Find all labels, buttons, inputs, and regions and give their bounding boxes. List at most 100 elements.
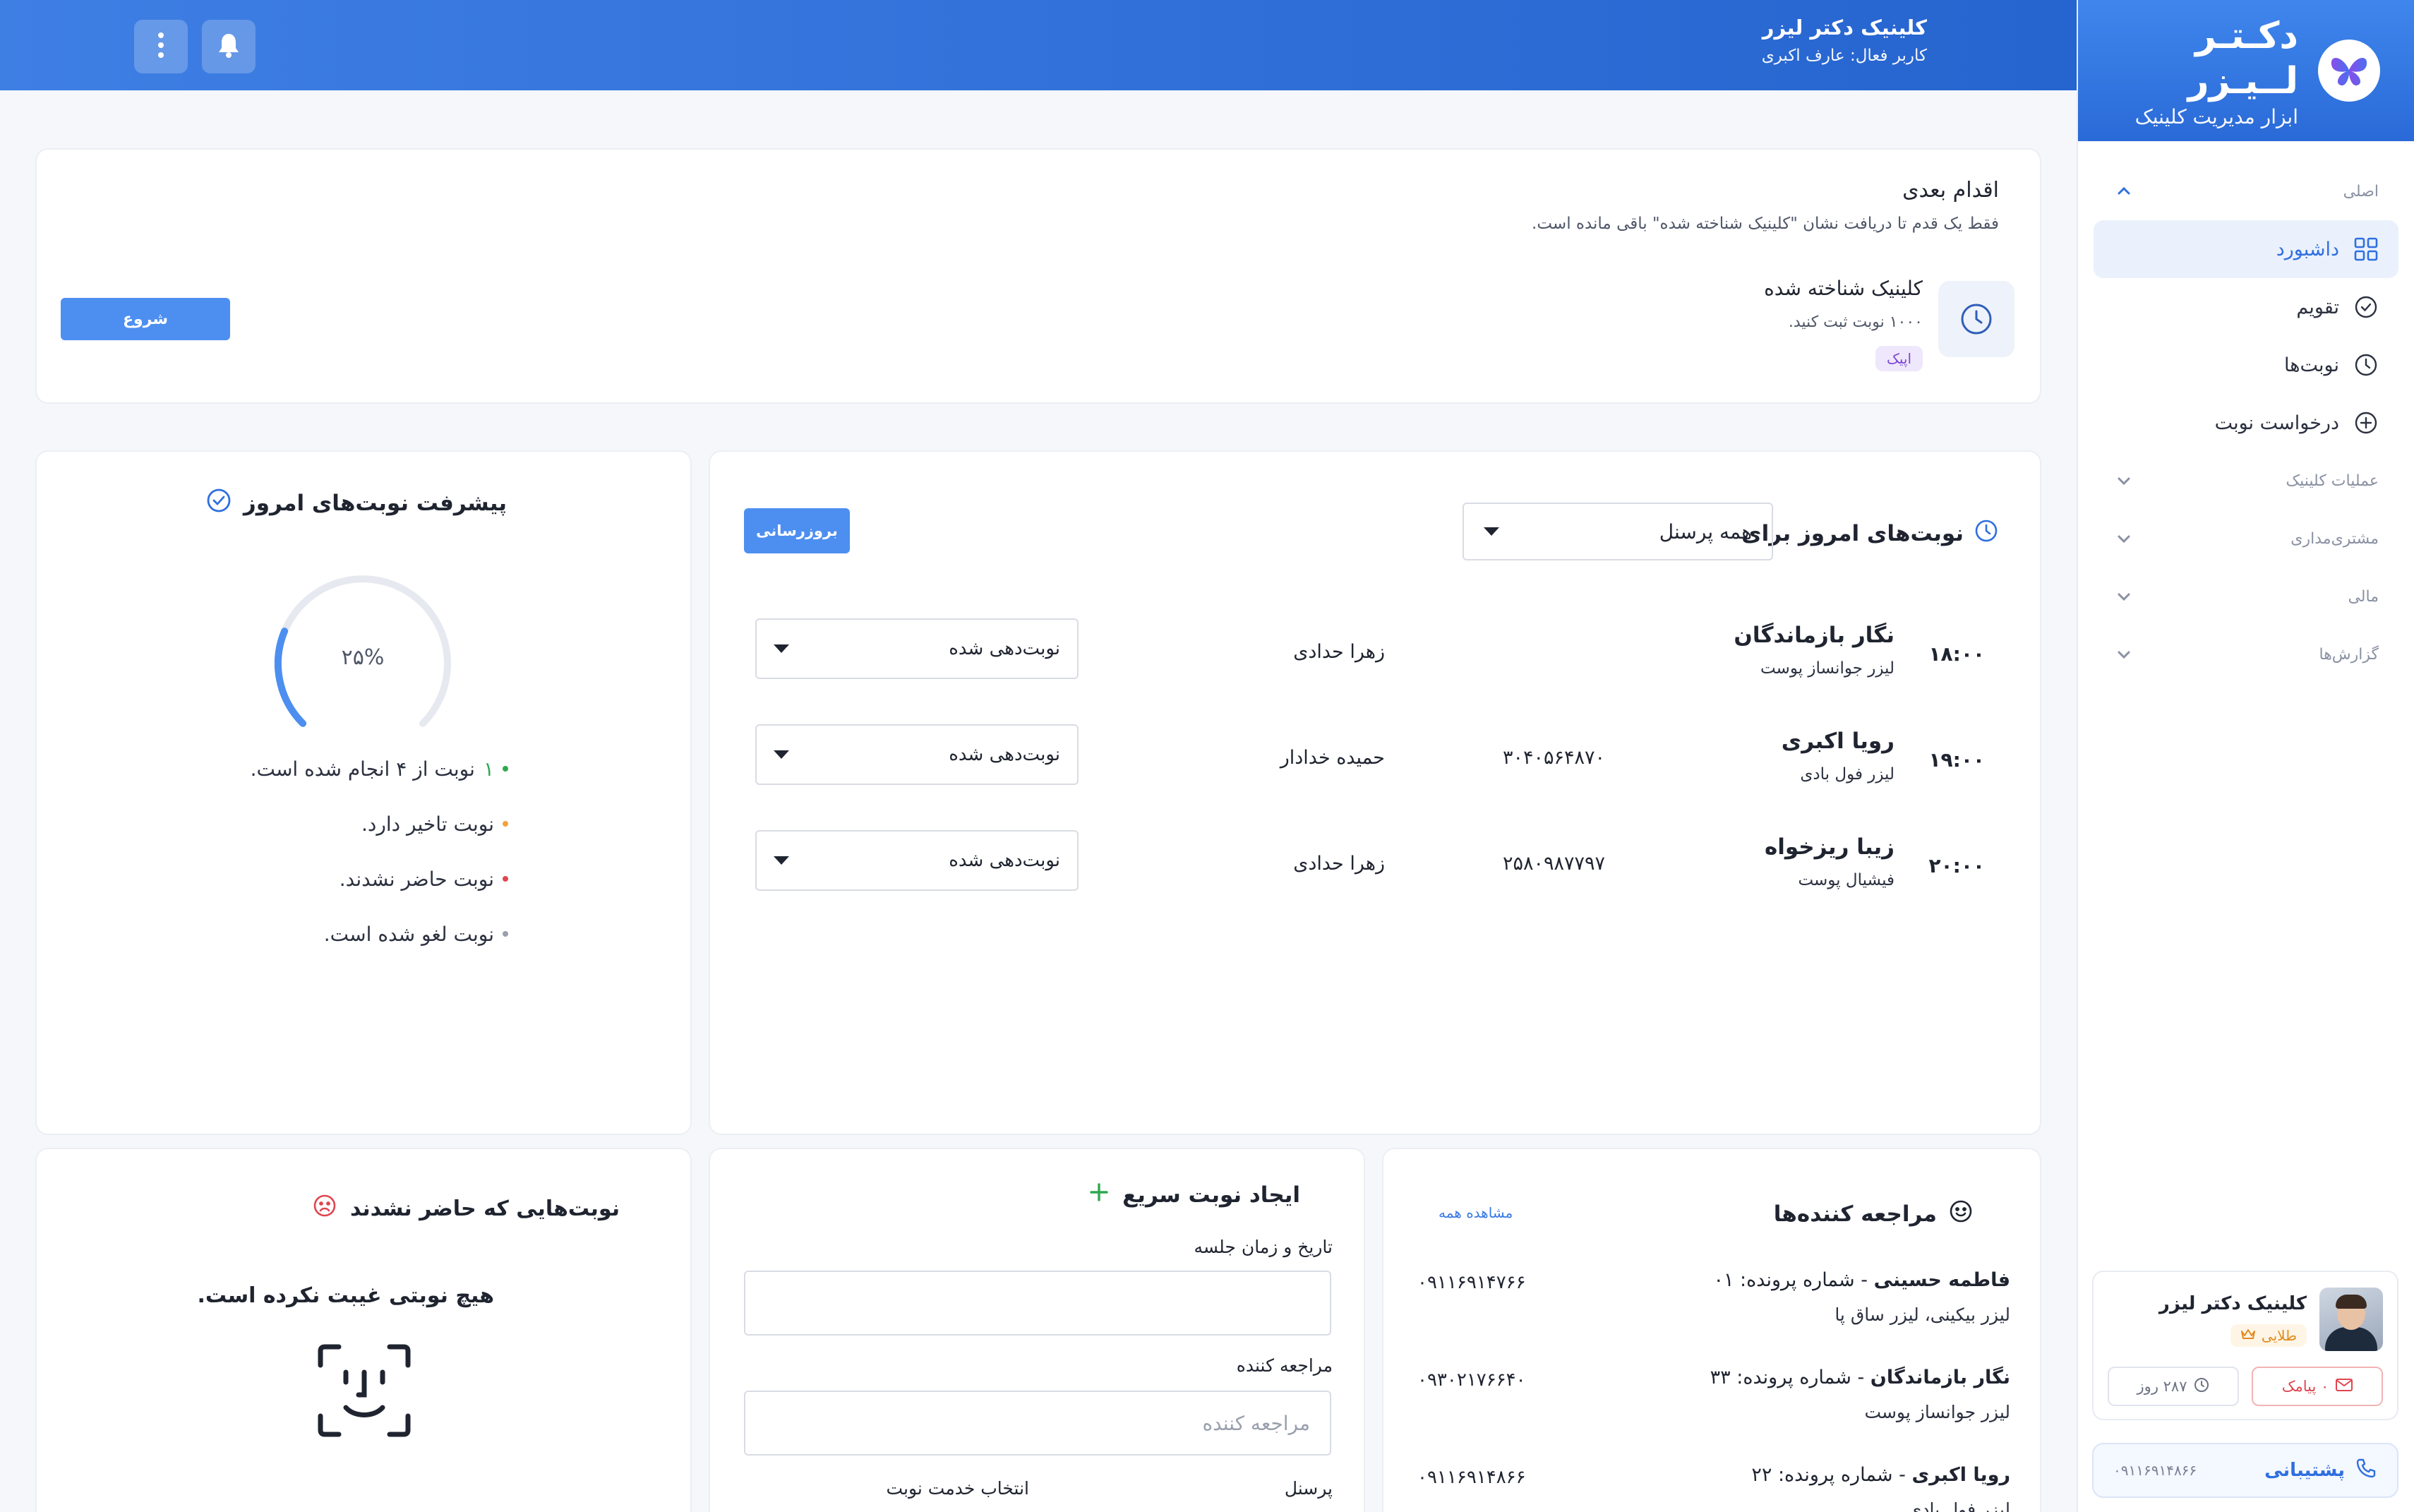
- nav-section-reports[interactable]: گزارش‌ها: [2094, 625, 2398, 683]
- avatar[interactable]: [2319, 1288, 2383, 1351]
- sidebar-item-calendar[interactable]: تقویم: [2094, 278, 2398, 336]
- no-show-message: هیچ نوبتی غیبت نکرده است.: [197, 1283, 494, 1308]
- appointment-status-value: نوبت‌دهی شده: [949, 638, 1060, 659]
- sms-balance-button[interactable]: ۰ پیامک: [2252, 1367, 2383, 1406]
- appointment-row[interactable]: ۱۹:۰۰ رویا اکبری لیزر فول بادی ۳۰۴۰۵۶۴۸۷…: [707, 717, 2040, 823]
- notifications-button[interactable]: [202, 20, 256, 73]
- sidebar-item-dashboard[interactable]: داشبورد: [2094, 220, 2398, 278]
- bell-icon: [216, 31, 241, 62]
- sidebar-item-request[interactable]: درخواست نوبت: [2094, 394, 2398, 452]
- clock-icon: [1974, 518, 1999, 549]
- appointment-status-select[interactable]: نوبت‌دهی شده: [755, 618, 1079, 679]
- status-dot: [503, 931, 508, 937]
- progress-title: پیشرفت نوبت‌های امروز: [243, 491, 507, 516]
- appointment-client[interactable]: نگار بازماندگان: [1734, 623, 1894, 648]
- nav-section-label: مشتری‌مداری: [2290, 529, 2379, 548]
- tier-label: طلایی: [2261, 1327, 2297, 1344]
- start-button[interactable]: شروع: [61, 298, 230, 340]
- progress-stat-text: نوبت از ۴ انجام شده است.: [250, 757, 475, 781]
- appointment-service: فیشیال پوست: [1798, 871, 1894, 889]
- sidebar-item-appointments[interactable]: نوبت‌ها: [2094, 336, 2398, 394]
- nav-section-crm[interactable]: مشتری‌مداری: [2094, 510, 2398, 568]
- clock-icon: [2352, 351, 2380, 379]
- butterfly-logo-icon[interactable]: [2318, 40, 2380, 102]
- sidebar: دکـتـر لــیـزر ابزار مدیریت کلینیک اصلی …: [2077, 0, 2414, 1512]
- appointment-row[interactable]: ۱۸:۰۰ نگار بازماندگان لیزر جوانساز پوست …: [707, 611, 2040, 717]
- clock-icon: [2194, 1377, 2209, 1396]
- more-vertical-icon: [157, 31, 165, 62]
- datetime-input[interactable]: [744, 1271, 1331, 1336]
- support-button[interactable]: پشتیبانی ۰۹۱۱۶۹۱۴۸۶۶: [2092, 1443, 2398, 1498]
- progress-stats: ۱ نوبت از ۴ انجام شده است. نوبت تاخیر دا…: [251, 741, 508, 961]
- appointment-status-select[interactable]: نوبت‌دهی شده: [755, 724, 1079, 785]
- client-file-number: - شماره پرونده: ۰۱: [1713, 1269, 1874, 1291]
- chevron-down-icon: [774, 856, 789, 865]
- see-all-link[interactable]: مشاهده همه: [1439, 1204, 1513, 1221]
- chevron-down-icon: [2113, 528, 2134, 549]
- nav-section-finance[interactable]: مالی: [2094, 568, 2398, 625]
- staff-label: پرسنل: [1284, 1478, 1333, 1499]
- sidebar-item-label: تقویم: [2296, 296, 2339, 318]
- client-file-number: - شماره پرونده: ۲۲: [1751, 1464, 1912, 1486]
- client-name[interactable]: نگار بازماندگان: [1870, 1367, 2010, 1388]
- active-user: کاربر فعال: عارف اکبری: [1761, 47, 1927, 65]
- nav-section-label: مالی: [2348, 587, 2379, 606]
- appointment-client[interactable]: زیبا ریزخواه: [1765, 834, 1894, 860]
- client-row[interactable]: رویا اکبری - شماره پرونده: ۲۲ لیزر فول ب…: [1383, 1464, 2043, 1512]
- sad-face-icon: [312, 1193, 337, 1224]
- status-dot: [503, 821, 508, 827]
- subscription-days-button[interactable]: ۲۸۷ روز: [2108, 1367, 2239, 1406]
- epic-badge: اپیک: [1875, 346, 1923, 371]
- subscription-days-label: ۲۸۷ روز: [2137, 1378, 2187, 1395]
- client-name-line: نگار بازماندگان - شماره پرونده: ۳۳: [1710, 1367, 2010, 1388]
- progress-stat-text: نوبت لغو شده است.: [323, 922, 494, 946]
- envelope-icon: [2336, 1378, 2353, 1395]
- appointment-status-select[interactable]: نوبت‌دهی شده: [755, 830, 1079, 891]
- appointment-staff: حمیده خدادار: [1280, 747, 1385, 769]
- client-phone: ۰۹۱۱۶۹۱۴۷۶۶: [1417, 1272, 1526, 1293]
- main-nav: اصلی داشبورد تقویم نوبت‌ها: [2078, 141, 2414, 683]
- smile-icon: [1948, 1199, 1974, 1230]
- client-name-line: فاطمه حسینی - شماره پرونده: ۰۱: [1713, 1269, 2010, 1291]
- clients-title: مراجعه کننده‌ها: [1773, 1201, 1937, 1227]
- next-step-card: اقدام بعدی فقط یک قدم تا دریافت نشان "کل…: [35, 148, 2041, 404]
- sms-balance-label: ۰ پیامک: [2281, 1378, 2329, 1395]
- nav-section-label: گزارش‌ها: [2319, 645, 2379, 664]
- appointment-client[interactable]: رویا اکبری: [1782, 728, 1894, 754]
- progress-stat-done: ۱ نوبت از ۴ انجام شده است.: [251, 741, 508, 796]
- appointment-time: ۲۰:۰۰: [1928, 854, 1985, 877]
- progress-stat-text: نوبت تاخیر دارد.: [361, 812, 494, 836]
- brand-header: دکـتـر لــیـزر ابزار مدیریت کلینیک: [2078, 0, 2414, 141]
- refresh-button[interactable]: بروزرسانی: [744, 508, 850, 553]
- brand-subtitle: ابزار مدیریت کلینیک: [2134, 104, 2298, 128]
- quick-booking-title: ایجاد نوبت سریع: [1122, 1182, 1300, 1208]
- client-services: لیزر فول بادی: [1907, 1499, 2010, 1512]
- progress-stat-cancelled: نوبت لغو شده است.: [251, 906, 508, 961]
- check-circle-icon: [205, 487, 232, 520]
- client-name[interactable]: رویا اکبری: [1911, 1464, 2010, 1486]
- more-options-button[interactable]: [134, 20, 188, 73]
- nav-section-operations[interactable]: عملیات کلینیک: [2094, 452, 2398, 510]
- client-row[interactable]: فاطمه حسینی - شماره پرونده: ۰۱ لیزر بیکی…: [1383, 1269, 2043, 1368]
- clinic-profile-card: کلینیک دکتر لیزر طلایی ۰ پیامک ۲۸۷ روز: [2092, 1271, 2398, 1420]
- client-phone: ۰۹۱۱۶۹۱۴۸۶۶: [1417, 1467, 1526, 1488]
- appointment-row[interactable]: ۲۰:۰۰ زیبا ریزخواه فیشیال پوست ۲۵۸۰۹۸۷۷۹…: [707, 823, 2040, 929]
- staff-filter-select[interactable]: همه پرسنل: [1463, 503, 1773, 560]
- chevron-down-icon: [774, 644, 789, 653]
- nav-section-main[interactable]: اصلی: [2094, 162, 2398, 220]
- appointment-service: لیزر فول بادی: [1800, 765, 1894, 784]
- client-row[interactable]: نگار بازماندگان - شماره پرونده: ۳۳ لیزر …: [1383, 1367, 2043, 1465]
- support-label: پشتیبانی: [2264, 1460, 2345, 1481]
- clients-card: مراجعه کننده‌ها مشاهده همه فاطمه حسینی -…: [1382, 1148, 2041, 1512]
- appointment-service: لیزر جوانساز پوست: [1760, 659, 1894, 678]
- next-step-description: فقط یک قدم تا دریافت نشان "کلینیک شناخته…: [1532, 215, 1999, 233]
- client-name[interactable]: فاطمه حسینی: [1874, 1269, 2010, 1291]
- status-dot: [503, 876, 508, 882]
- phone-icon: [2355, 1457, 2377, 1484]
- quick-booking-card: ایجاد نوبت سریع تاریخ و زمان جلسه مراجعه…: [709, 1148, 1365, 1512]
- client-input[interactable]: مراجعه کننده: [744, 1391, 1331, 1456]
- plus-icon: [1088, 1182, 1110, 1208]
- appointment-status-value: نوبت‌دهی شده: [949, 850, 1060, 871]
- progress-stat-text: نوبت حاضر نشدند.: [339, 867, 494, 891]
- progress-stat-noshow: نوبت حاضر نشدند.: [251, 851, 508, 906]
